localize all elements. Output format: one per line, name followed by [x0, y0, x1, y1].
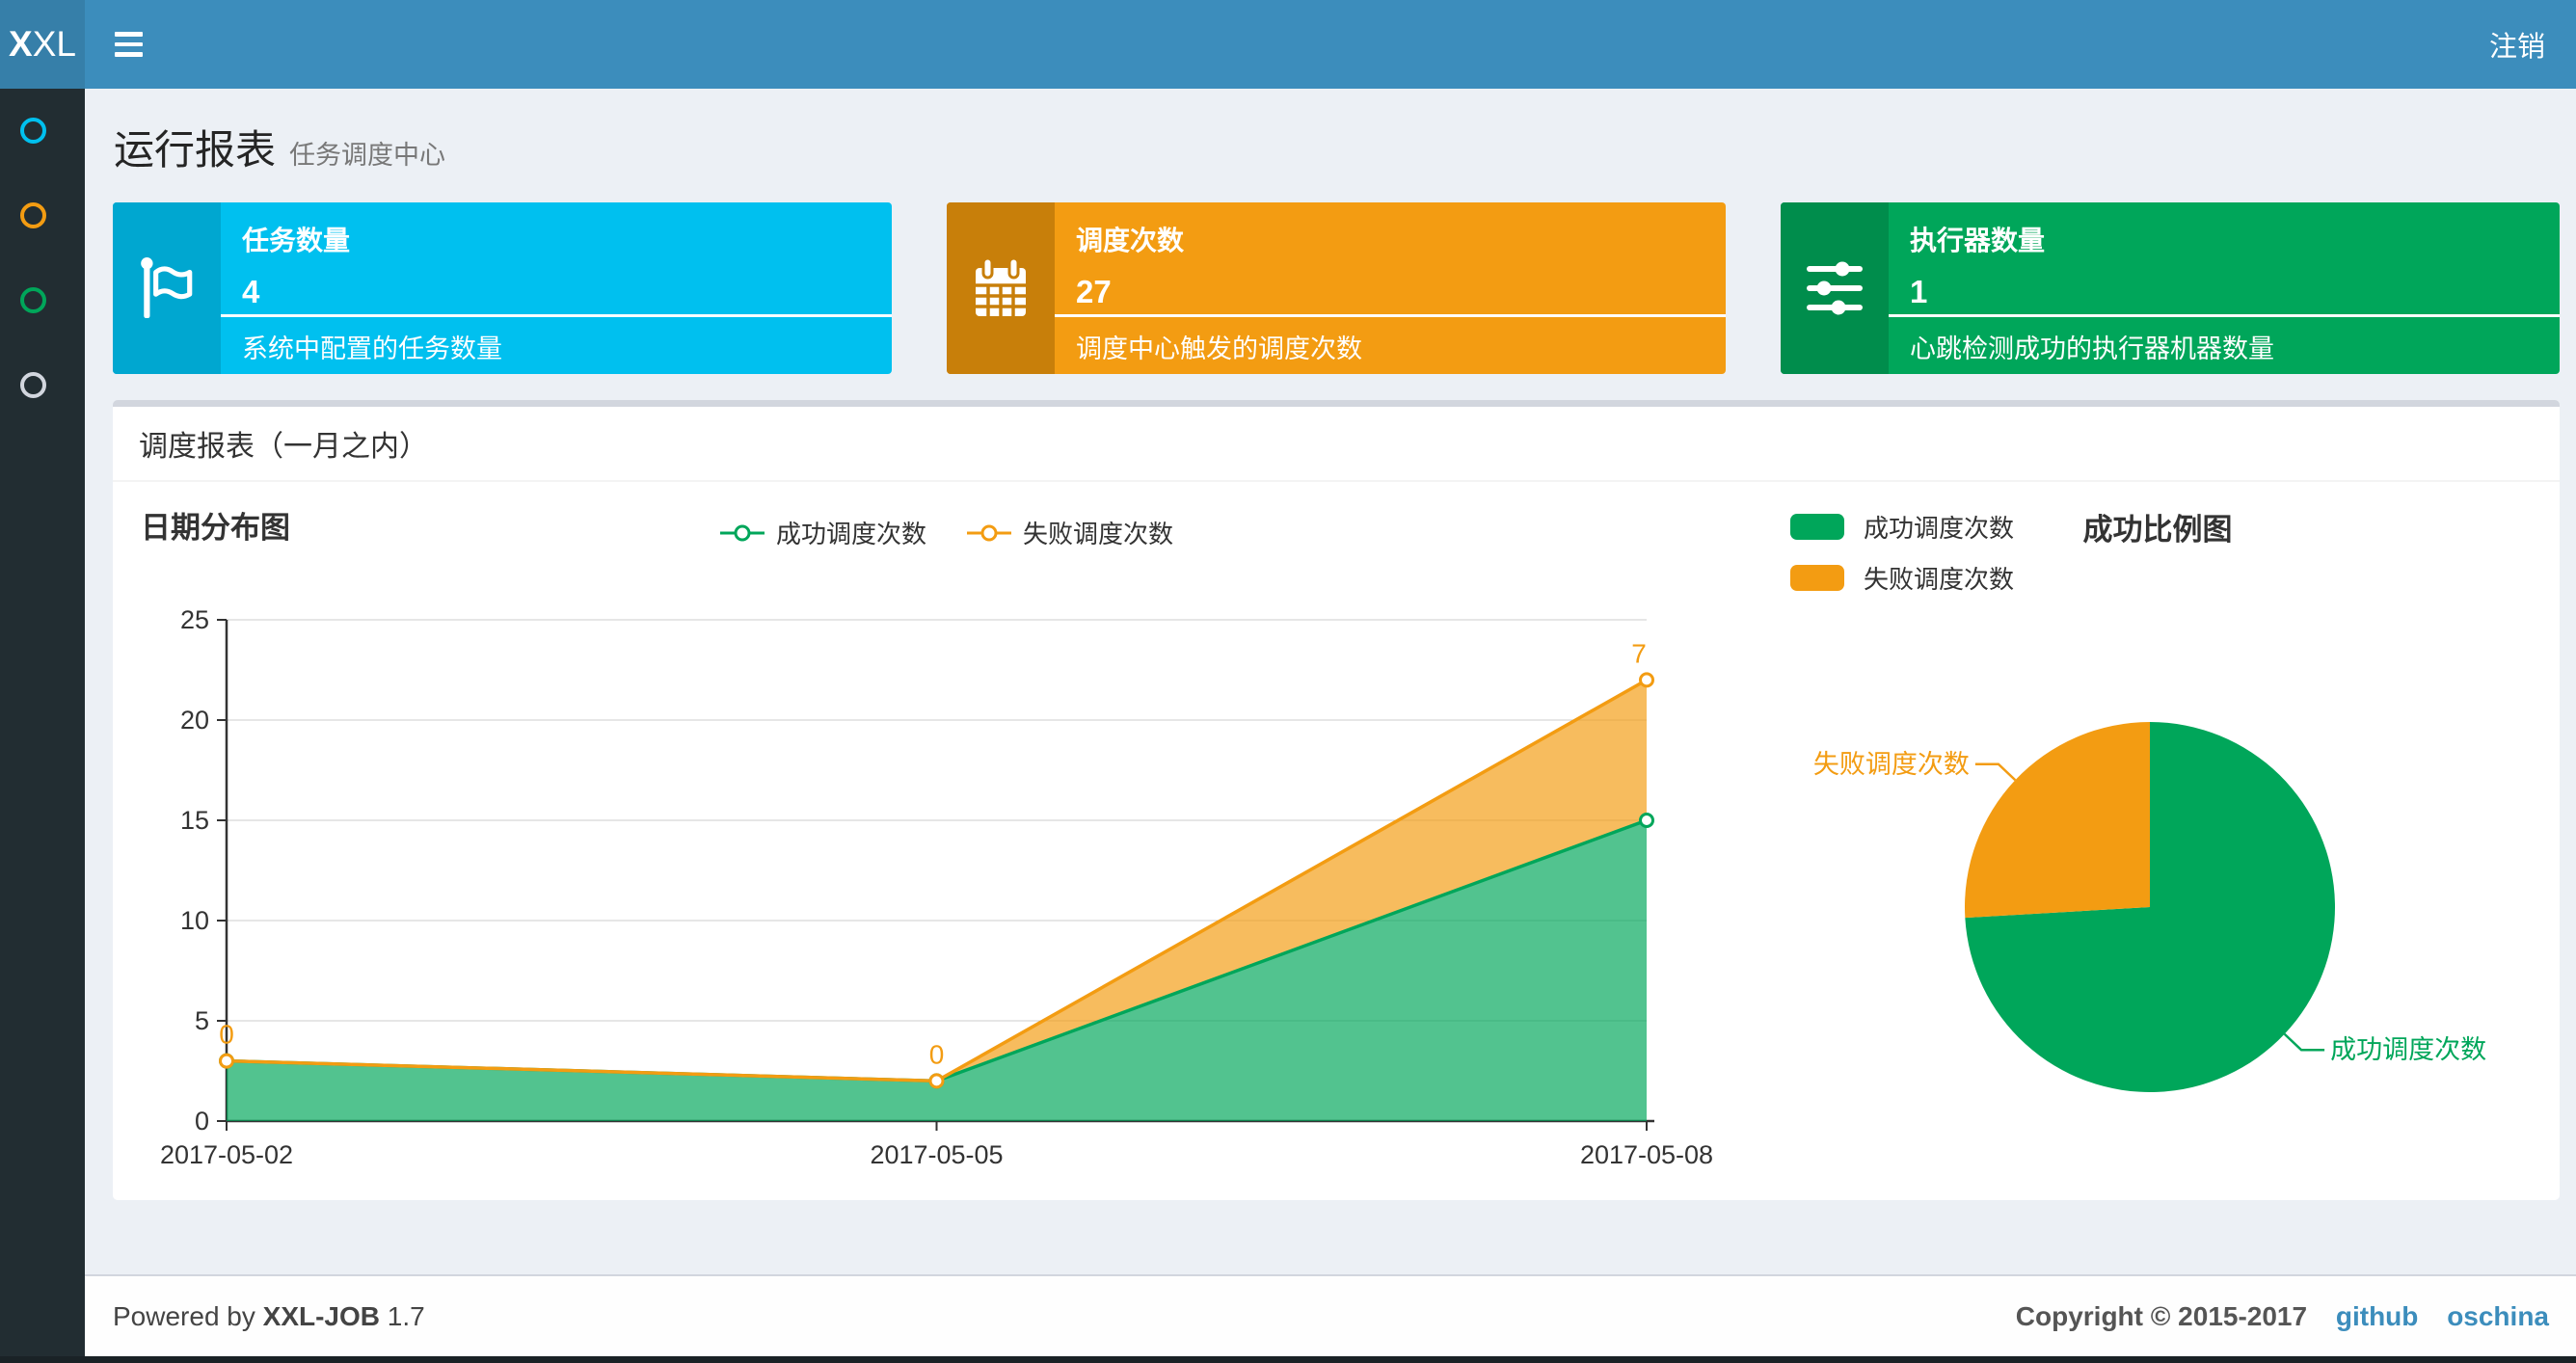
circle-o-icon	[20, 202, 46, 228]
sliders-icon	[1781, 202, 1889, 374]
powered-by-prefix: Powered by	[113, 1301, 255, 1331]
stat-card-label: 执行器数量	[1910, 226, 2046, 255]
pie-series-swatch	[1790, 514, 1844, 540]
svg-text:2017-05-08: 2017-05-08	[1580, 1140, 1713, 1169]
copyright-text: Copyright © 2015-2017	[2015, 1301, 2308, 1331]
stat-card-description: 系统中配置的任务数量	[242, 334, 502, 363]
sidebar-toggle-button[interactable]	[85, 0, 172, 89]
sidebar-menu	[0, 89, 85, 428]
stat-card-label: 调度次数	[1076, 226, 1185, 255]
circle-o-icon	[20, 287, 46, 313]
product-name: XXL-JOB	[262, 1301, 381, 1331]
sidebar	[0, 89, 85, 1363]
stat-card-body: 执行器数量 1 心跳检测成功的执行器机器数量	[1889, 202, 2560, 374]
stat-card-label: 任务数量	[242, 226, 351, 255]
github-link[interactable]: github	[2336, 1301, 2419, 1331]
bottom-strip	[0, 1356, 2576, 1363]
divider	[1889, 314, 2560, 317]
copyright-block: Copyright © 2015-2017 github oschina	[2016, 1301, 2549, 1332]
stat-card-1: 任务数量 4 系统中配置的任务数量	[113, 202, 892, 374]
svg-text:0: 0	[219, 1020, 234, 1050]
svg-text:20: 20	[180, 706, 209, 735]
sidebar-item-4[interactable]	[0, 343, 85, 428]
svg-text:2017-05-02: 2017-05-02	[160, 1140, 293, 1169]
svg-text:15: 15	[180, 806, 209, 835]
page-header: 运行报表 任务调度中心	[114, 118, 445, 176]
stat-card-2: 调度次数 27 调度中心触发的调度次数	[947, 202, 1726, 374]
stat-card-body: 任务数量 4 系统中配置的任务数量	[221, 202, 892, 374]
report-panel: 调度报表（一月之内） 日期分布图 成功调度次数 失败调度次数 0 5 10 15 20 25…	[113, 400, 2560, 1200]
line-chart-title: 日期分布图	[141, 511, 290, 545]
success-ratio-pie-chart: 成功调度次数 失败调度次数	[1813, 722, 2486, 1092]
pie-legend-item-2[interactable]: 失败调度次数	[1790, 560, 2014, 596]
logo-rest: XL	[32, 24, 76, 64]
svg-text:0: 0	[929, 1039, 945, 1069]
stat-cards-row: 任务数量 4 系统中配置的任务数量 调度次数 27 调度中心触发的调度次数 执行…	[113, 202, 2560, 374]
date-distribution-chart: 05101520252017-05-02 2017-05-05 2017-05-08…	[160, 605, 1713, 1169]
stat-card-description: 心跳检测成功的执行器机器数量	[1910, 334, 2274, 363]
stat-card-body: 调度次数 27 调度中心触发的调度次数	[1055, 202, 1726, 374]
panel-title: 调度报表（一月之内）	[113, 407, 2560, 482]
stat-card-value: 27	[1076, 274, 1112, 309]
page-subtitle: 任务调度中心	[289, 141, 446, 170]
svg-text:5: 5	[195, 1006, 209, 1035]
stat-card-value: 4	[242, 274, 260, 309]
calendar-icon	[947, 202, 1055, 374]
pie-chart-title: 成功比例图	[2082, 513, 2233, 547]
flag-icon	[113, 202, 221, 374]
divider	[221, 314, 892, 317]
navbar: X XL 注销	[0, 0, 2576, 89]
footer: Powered by XXL-JOB 1.7 Copyright © 2015-…	[85, 1274, 2576, 1357]
sidebar-item-3[interactable]	[0, 258, 85, 343]
page-title: 运行报表	[114, 127, 277, 173]
legend-label: 失败调度次数	[1864, 565, 2015, 594]
svg-text:25: 25	[180, 605, 209, 634]
pie-series-swatch	[1790, 565, 1844, 591]
svg-text:10: 10	[180, 906, 209, 935]
line-series-icon	[967, 524, 1012, 541]
sidebar-item-2[interactable]	[0, 174, 85, 258]
logo-bold: X	[9, 24, 33, 64]
logout-link[interactable]: 注销	[2458, 0, 2576, 89]
stat-card-description: 调度中心触发的调度次数	[1076, 334, 1362, 363]
svg-text:2017-05-05: 2017-05-05	[870, 1140, 1003, 1169]
legend-label: 成功调度次数	[776, 520, 927, 548]
circle-o-icon	[20, 372, 46, 398]
sidebar-item-1[interactable]	[0, 89, 85, 174]
oschina-link[interactable]: oschina	[2447, 1301, 2549, 1331]
line-legend-item-1[interactable]: 成功调度次数	[720, 515, 926, 550]
divider	[1055, 314, 1726, 317]
product-version: 1.7	[387, 1301, 425, 1331]
legend-label: 失败调度次数	[1023, 520, 1174, 548]
svg-text:7: 7	[1631, 638, 1647, 668]
powered-by: Powered by XXL-JOB 1.7	[113, 1301, 425, 1332]
stat-card-value: 1	[1910, 274, 1928, 309]
line-series-icon	[720, 524, 765, 541]
svg-text:0: 0	[195, 1107, 209, 1136]
app-logo[interactable]: X XL	[0, 0, 85, 89]
circle-o-icon	[20, 118, 46, 144]
svg-text:失败调度次数: 失败调度次数	[1813, 750, 1970, 779]
stat-card-3: 执行器数量 1 心跳检测成功的执行器机器数量	[1781, 202, 2560, 374]
line-chart-legend: 成功调度次数 失败调度次数	[720, 515, 1173, 550]
line-legend-item-2[interactable]: 失败调度次数	[967, 515, 1173, 550]
svg-text:成功调度次数: 成功调度次数	[2330, 1035, 2486, 1064]
hamburger-icon	[114, 32, 143, 57]
